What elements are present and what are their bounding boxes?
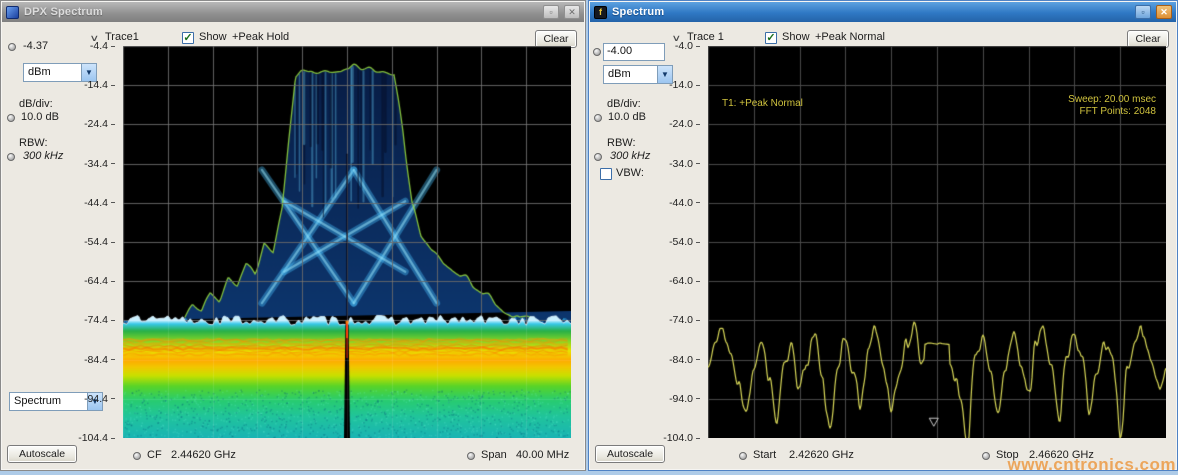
cf-value[interactable]: 2.44620 GHz bbox=[171, 449, 236, 461]
stop-knob-icon[interactable] bbox=[982, 452, 990, 460]
y-axis-label: -94.0 bbox=[654, 393, 700, 405]
rbw-value[interactable]: 300 kHz bbox=[23, 150, 63, 162]
dpx-app-icon bbox=[6, 6, 19, 19]
dpx-plot-area[interactable] bbox=[123, 46, 571, 438]
ref-level-value[interactable]: -4.37 bbox=[23, 40, 48, 52]
autoscale-button[interactable]: Autoscale bbox=[7, 445, 77, 463]
db-div-value[interactable]: 10.0 dB bbox=[21, 111, 59, 123]
db-div-label: dB/div: bbox=[607, 98, 641, 110]
y-axis-label: -54.0 bbox=[654, 236, 700, 248]
unit-value: dBm bbox=[604, 66, 657, 83]
y-axis-label: -94.4 bbox=[69, 393, 115, 405]
start-label: Start bbox=[753, 449, 776, 461]
sweep-annotation: Sweep: 20.00 msec bbox=[1068, 94, 1156, 105]
y-axis-label: -74.4 bbox=[69, 314, 115, 326]
y-axis-label: -64.0 bbox=[654, 275, 700, 287]
spectrum-y-axis: -4.0-14.0-24.0-34.0-44.0-54.0-64.0-74.0-… bbox=[654, 46, 700, 438]
detection-label: +Peak Hold bbox=[232, 31, 289, 43]
spectrum-titlebar[interactable]: f Spectrum ▫ ✕ bbox=[590, 2, 1176, 22]
spectrum-window-title: Spectrum bbox=[612, 6, 1130, 18]
spectrum-plot-area[interactable]: T1: +Peak Normal Sweep: 20.00 msec FFT P… bbox=[708, 46, 1166, 438]
y-axis-label: -84.0 bbox=[654, 354, 700, 366]
y-axis-label: -104.4 bbox=[69, 432, 115, 444]
show-label: Show bbox=[199, 31, 227, 43]
dpx-y-axis: -4.4-14.4-24.4-34.4-44.4-54.4-64.4-74.4-… bbox=[69, 46, 115, 438]
maximize-icon[interactable]: ▫ bbox=[1135, 5, 1151, 19]
vbw-checkbox[interactable] bbox=[600, 168, 612, 180]
close-icon[interactable]: ✕ bbox=[1156, 5, 1172, 19]
dpx-spectrum-window: DPX Spectrum ▫ ✕ ∨ Trace1 ✓ Show +Peak H… bbox=[0, 0, 586, 471]
rbw-label: RBW: bbox=[19, 137, 48, 149]
y-axis-label: -44.0 bbox=[654, 197, 700, 209]
y-axis-label: -24.4 bbox=[69, 118, 115, 130]
y-axis-label: -84.4 bbox=[69, 354, 115, 366]
ref-level-knob-icon[interactable] bbox=[593, 48, 601, 56]
y-axis-label: -34.4 bbox=[69, 158, 115, 170]
span-knob-icon[interactable] bbox=[467, 452, 475, 460]
rbw-knob-icon[interactable] bbox=[7, 153, 15, 161]
y-axis-label: -54.4 bbox=[69, 236, 115, 248]
watermark: www.cntronics.com bbox=[1008, 455, 1176, 475]
span-value[interactable]: 40.00 MHz bbox=[516, 449, 569, 461]
close-icon[interactable]: ✕ bbox=[564, 5, 580, 19]
cf-knob-icon[interactable] bbox=[133, 452, 141, 460]
y-axis-label: -74.0 bbox=[654, 314, 700, 326]
rbw-label: RBW: bbox=[607, 137, 636, 149]
trace-annotation: T1: +Peak Normal bbox=[722, 98, 803, 109]
show-checkbox[interactable]: ✓ bbox=[765, 32, 777, 44]
ref-level-knob-icon[interactable] bbox=[8, 43, 16, 51]
db-div-knob-icon[interactable] bbox=[7, 114, 15, 122]
y-axis-label: -104.0 bbox=[654, 432, 700, 444]
dpx-window-title: DPX Spectrum bbox=[24, 6, 538, 18]
spectrum-app-icon: f bbox=[594, 6, 607, 19]
y-axis-label: -4.0 bbox=[654, 40, 700, 52]
start-value[interactable]: 2.42620 GHz bbox=[789, 449, 854, 461]
span-label: Span bbox=[481, 449, 507, 461]
detection-label: +Peak Normal bbox=[815, 31, 885, 43]
db-div-value[interactable]: 10.0 dB bbox=[608, 111, 646, 123]
y-axis-label: -14.4 bbox=[69, 79, 115, 91]
cf-label: CF bbox=[147, 449, 162, 461]
y-axis-label: -24.0 bbox=[654, 118, 700, 130]
maximize-icon[interactable]: ▫ bbox=[543, 5, 559, 19]
dpx-plot-canvas[interactable] bbox=[123, 46, 571, 438]
dpx-titlebar[interactable]: DPX Spectrum ▫ ✕ bbox=[2, 2, 584, 22]
db-div-label: dB/div: bbox=[19, 98, 53, 110]
show-label: Show bbox=[782, 31, 810, 43]
vbw-label: VBW: bbox=[616, 167, 644, 179]
autoscale-button[interactable]: Autoscale bbox=[595, 445, 665, 463]
spectrum-window: f Spectrum ▫ ✕ ∨ Trace 1 ✓ Show +Peak No… bbox=[588, 0, 1178, 471]
start-knob-icon[interactable] bbox=[739, 452, 747, 460]
y-axis-label: -34.0 bbox=[654, 158, 700, 170]
db-div-knob-icon[interactable] bbox=[594, 114, 602, 122]
show-checkbox[interactable]: ✓ bbox=[182, 32, 194, 44]
y-axis-label: -44.4 bbox=[69, 197, 115, 209]
rbw-knob-icon[interactable] bbox=[594, 153, 602, 161]
y-axis-label: -4.4 bbox=[69, 40, 115, 52]
y-axis-label: -64.4 bbox=[69, 275, 115, 287]
rbw-value[interactable]: 300 kHz bbox=[610, 150, 650, 162]
fft-points-annotation: FFT Points: 2048 bbox=[1079, 106, 1156, 117]
y-axis-label: -14.0 bbox=[654, 79, 700, 91]
